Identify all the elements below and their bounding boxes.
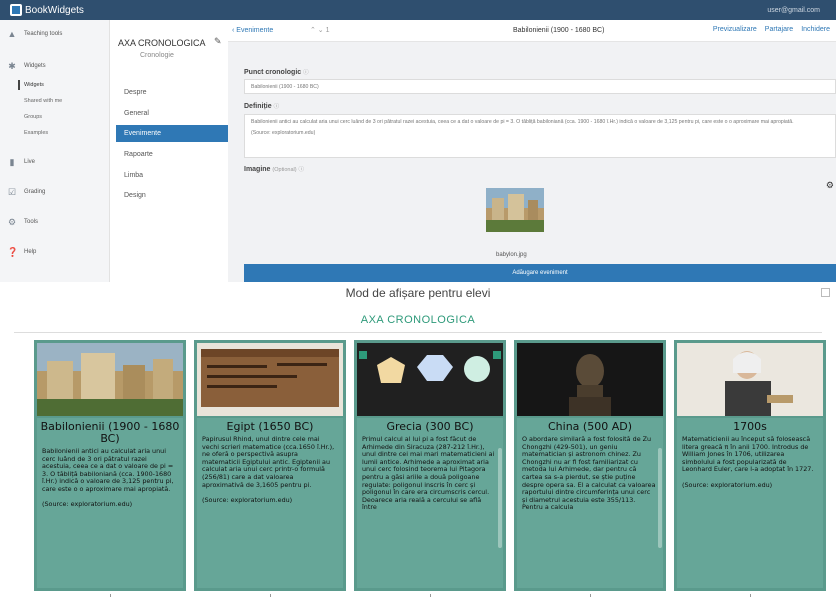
timeline-card[interactable]: Grecia (300 BC) Primul calcul al lui pi … [354,340,506,591]
menu-general[interactable]: General [116,105,228,122]
event-title: Babilonienii (1900 - 1680 BC) [513,27,605,34]
point-label-text: Punct cronologic [244,69,302,76]
sidebar-item-label: Tools [24,219,39,225]
definition-textarea[interactable]: Babilonienii antici au calculat aria unu… [244,114,836,158]
definition-label: Definiție ⓘ [244,102,279,110]
card-text: Matematicienii au început să folosească … [682,435,814,489]
point-input[interactable]: Babilonienii (1900 - 1680 BC) [244,79,836,94]
card-scrollbar[interactable] [498,448,502,548]
card-text: Primul calcul al lui pi a fost făcut de … [362,435,495,512]
info-icon[interactable]: ⓘ [299,167,305,173]
card-title: Babilonienii (1900 - 1680 BC) [40,420,180,445]
widgets-icon: ✱ [8,61,16,71]
sidebar: ▲ Teaching tools ✱ Widgets Widgets Share… [0,20,110,282]
definition-text: Babilonienii antici au calculat aria unu… [251,119,794,125]
preview-title: Mod de afișare pentru elevi [345,286,491,300]
back-link[interactable]: ‹ Evenimente [232,27,273,34]
back-label: Evenimente [236,27,274,34]
menu-despre[interactable]: Despre [116,84,228,101]
image-hint: (Optional) [272,167,297,173]
card-image-bust [517,343,663,416]
sidebar-subitem-widgets[interactable]: Widgets [24,82,44,88]
timeline-card[interactable]: Babilonienii (1900 - 1680 BC) Babilonien… [34,340,186,591]
event-editor: ‹ Evenimente ⌃ ⌄ 1 Babilonienii (1900 - … [228,20,836,282]
card-title: Egipt (1650 BC) [226,420,314,433]
widget-settings-panel: AXA CRONOLOGICA ✎ Cronologie Despre Gene… [110,20,228,282]
close-button[interactable]: Inchidere [801,26,830,33]
info-icon[interactable]: ⓘ [274,104,280,110]
event-counter: 1 [325,27,330,34]
logo[interactable]: BookWidgets [10,4,84,16]
sidebar-item-label: Help [24,249,37,255]
event-navigation[interactable]: ⌃ ⌄ 1 [310,26,330,34]
active-indicator [18,80,20,90]
card-title: Grecia (300 BC) [386,420,474,433]
menu-evenimente[interactable]: Evenimente [116,125,228,142]
info-icon[interactable]: ⓘ [303,70,309,76]
preview-button[interactable]: Previzualizare [713,26,757,33]
card-body: Babilonienii (1900 - 1680 BC) Babilonien… [37,418,183,588]
editor-header: ‹ Evenimente ⌃ ⌄ 1 Babilonienii (1900 - … [228,20,836,42]
card-title: 1700s [733,420,767,433]
sidebar-item-label: Teaching tools [24,31,63,37]
student-preview: Mod de afișare pentru elevi AXA CRONOLOG… [0,282,836,597]
widget-name[interactable]: AXA CRONOLOGICA [118,38,206,48]
logo-text: BookWidgets [25,4,84,16]
timeline-card[interactable]: Egipt (1650 BC) Papirusul Rhind, unul di… [194,340,346,591]
sidebar-item-label: Grading [24,189,46,195]
sidebar-subitem-examples[interactable]: Examples [24,130,48,136]
definition-label-text: Definiție [244,103,272,110]
definition-source: (Source: exploratorium.edu) [251,129,316,136]
image-thumbnail[interactable] [486,188,544,232]
card-body: 1700s Matematicienii au început să folos… [677,418,823,588]
menu-limba[interactable]: Limba [116,167,228,184]
timeline-card[interactable]: 1700s Matematicienii au început să folos… [674,340,826,591]
image-filename: babylon.jpg [496,252,527,258]
logo-icon [10,4,22,16]
point-label: Punct cronologic ⓘ [244,68,309,76]
image-label: Imagine (Optional) ⓘ [244,165,304,173]
card-text: Papirusul Rhind, unul dintre cele mai ve… [202,435,335,504]
timeline-title: AXA CRONOLOGICA [360,314,476,326]
card-image-portrait [677,343,823,416]
tools-icon: ⚙ [7,217,17,227]
timeline-divider [14,332,822,333]
timeline-card[interactable]: China (500 AD) O abordare similară a fos… [514,340,666,591]
widget-type: Cronologie [140,52,174,59]
sidebar-subitem-shared[interactable]: Shared with me [24,98,62,104]
card-image-papyrus [197,343,343,416]
preview-checkbox[interactable] [821,288,830,297]
card-body: Egipt (1650 BC) Papirusul Rhind, unul di… [197,418,343,588]
card-text: O abordare similară a fost folosită de Z… [522,435,656,512]
graduation-cap-icon: ▲ [7,29,17,39]
help-icon: ❓ [7,247,19,257]
grading-icon: ☑ [7,187,17,197]
user-email[interactable]: user@gmail.com [767,7,820,14]
sidebar-item-label: Widgets [24,63,46,69]
sidebar-item-label: Live [24,159,36,165]
card-scrollbar[interactable] [658,448,662,548]
sidebar-subitem-groups[interactable]: Groups [24,114,42,120]
top-bar: BookWidgets user@gmail.com [0,0,836,20]
card-text: Babilonienii antici au calculat aria unu… [42,447,174,509]
share-button[interactable]: Partajare [765,26,793,33]
menu-rapoarte[interactable]: Rapoarte [116,146,228,163]
card-image-babylon [37,343,183,416]
card-body: Grecia (300 BC) Primul calcul al lui pi … [357,418,503,588]
gear-icon[interactable]: ⚙ [826,180,834,191]
card-body: China (500 AD) O abordare similară a fos… [517,418,663,588]
menu-design[interactable]: Design [116,187,228,204]
card-title: China (500 AD) [548,420,632,433]
image-label-text: Imagine [244,166,271,173]
pencil-icon[interactable]: ✎ [214,36,222,47]
add-event-button[interactable]: Adăugare eveniment [244,264,836,282]
card-image-polygons [357,343,503,416]
live-icon: ▮ [9,157,15,167]
